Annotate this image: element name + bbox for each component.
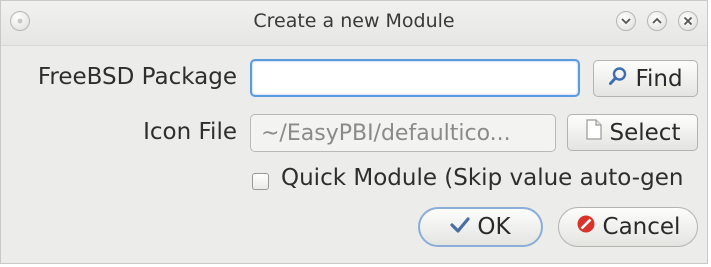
- icon-file-field[interactable]: [250, 114, 556, 152]
- find-button[interactable]: Find: [593, 60, 698, 97]
- chevron-down-icon[interactable]: [616, 11, 636, 31]
- package-input[interactable]: [250, 59, 580, 97]
- select-button-label: Select: [609, 119, 681, 146]
- quick-module-label[interactable]: Quick Module (Skip value auto-gen: [281, 165, 683, 191]
- close-icon[interactable]: [678, 11, 698, 31]
- dialog-window: Create a new Module FreeBSD Package Find…: [0, 0, 708, 264]
- ok-button-label: OK: [477, 214, 511, 240]
- window-title: Create a new Module: [253, 10, 455, 32]
- find-button-label: Find: [635, 65, 683, 92]
- title-bar[interactable]: Create a new Module: [1, 1, 707, 46]
- document-icon: [585, 119, 603, 146]
- package-label: FreeBSD Package: [37, 64, 237, 90]
- cancel-button-label: Cancel: [602, 214, 681, 240]
- cancel-icon: [576, 214, 596, 240]
- ok-button[interactable]: OK: [418, 207, 543, 247]
- cancel-button[interactable]: Cancel: [558, 207, 698, 247]
- search-icon: [608, 66, 628, 92]
- select-button[interactable]: Select: [567, 114, 698, 151]
- chevron-up-icon[interactable]: [647, 11, 667, 31]
- icon-file-label: Icon File: [143, 119, 237, 145]
- quick-module-checkbox[interactable]: [252, 173, 269, 190]
- checkmark-icon: [450, 214, 471, 240]
